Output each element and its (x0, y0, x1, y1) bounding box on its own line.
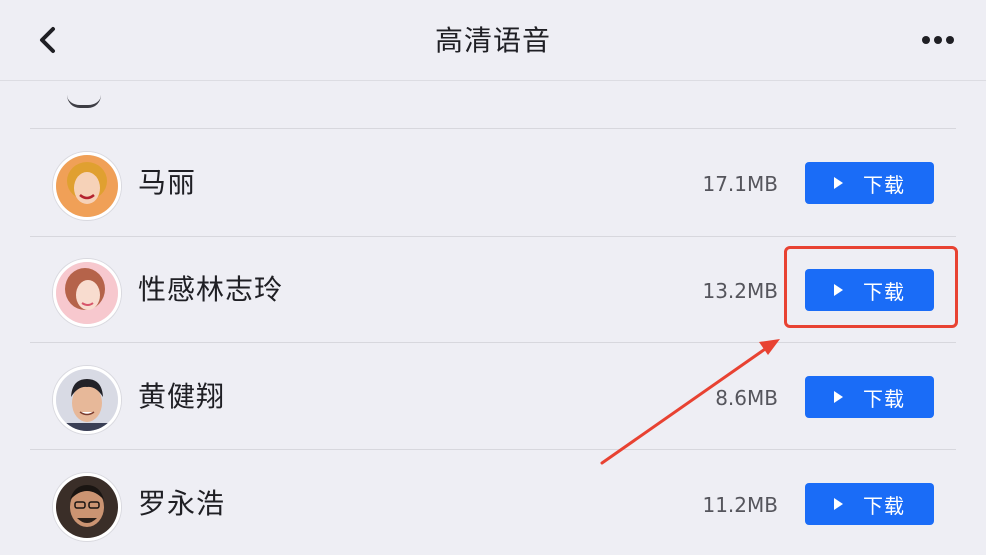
file-size: 11.2MB (702, 493, 778, 517)
download-button[interactable]: 下载 (805, 483, 934, 525)
avatar-image (56, 369, 118, 431)
avatar (53, 152, 121, 220)
avatar (53, 259, 121, 327)
divider (30, 342, 956, 343)
download-label: 下载 (863, 493, 905, 518)
download-button[interactable]: 下载 (805, 162, 934, 204)
list-item[interactable]: 性感林志玲 13.2MB 下载 (30, 237, 956, 343)
voice-name: 性感林志玲 (138, 273, 284, 306)
file-size: 8.6MB (715, 386, 778, 410)
voice-name: 黄健翔 (138, 380, 226, 413)
download-label: 下载 (863, 386, 905, 411)
avatar-image (56, 262, 118, 324)
download-button[interactable]: 下载 (805, 269, 934, 311)
download-label: 下载 (863, 279, 905, 304)
partial-avatar (67, 95, 101, 108)
voice-name: 马丽 (138, 166, 197, 199)
play-icon (834, 177, 843, 189)
more-button[interactable] (916, 26, 960, 54)
play-icon (834, 284, 843, 296)
avatar (53, 473, 121, 541)
play-icon (834, 391, 843, 403)
file-size: 13.2MB (702, 279, 778, 303)
avatar (53, 366, 121, 434)
list-item[interactable]: 黄健翔 8.6MB 下载 (30, 344, 956, 450)
screen: 高清语音 马丽 17.1MB 下载 性感林志玲 13.2MB 下载 黄健翔 8.… (0, 0, 986, 555)
divider (30, 128, 956, 129)
page-title: 高清语音 (434, 24, 551, 57)
avatar-image (56, 155, 118, 217)
nav-bar: 高清语音 (0, 0, 986, 81)
file-size: 17.1MB (702, 172, 778, 196)
list-item[interactable]: 罗永浩 11.2MB 下载 (30, 451, 956, 555)
voice-name: 罗永浩 (138, 487, 226, 520)
avatar-image (56, 476, 118, 538)
divider (30, 449, 956, 450)
list-item[interactable]: 马丽 17.1MB 下载 (30, 130, 956, 236)
more-horizontal-icon (922, 36, 954, 44)
download-button[interactable]: 下载 (805, 376, 934, 418)
play-icon (834, 498, 843, 510)
download-label: 下载 (863, 172, 905, 197)
